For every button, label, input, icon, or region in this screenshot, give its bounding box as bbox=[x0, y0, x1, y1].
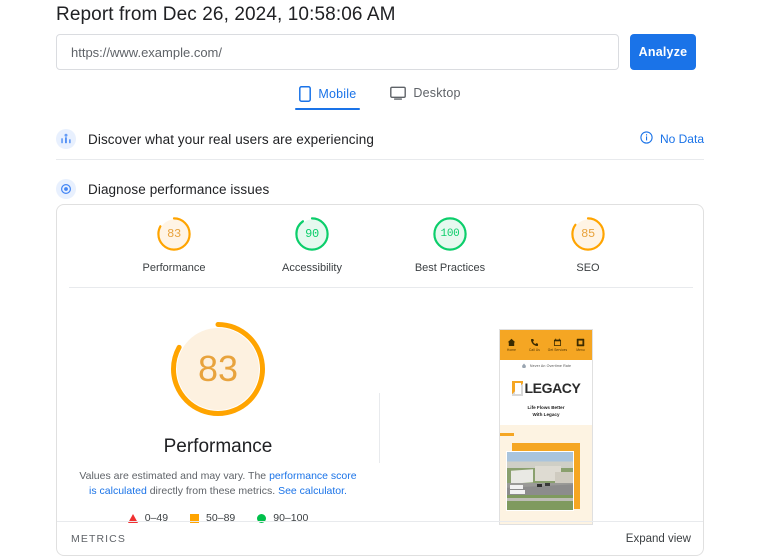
thumbnail-tagline-line2: With Legacy bbox=[532, 411, 560, 417]
tab-mobile-label: Mobile bbox=[318, 87, 357, 101]
mobile-icon bbox=[299, 86, 312, 102]
lab-data-icon bbox=[56, 179, 76, 199]
score-label-performance: Performance bbox=[142, 262, 206, 274]
menu-icon bbox=[576, 338, 585, 347]
performance-note-part2: directly from these metrics. bbox=[146, 485, 279, 498]
score-gauge-performance[interactable]: 83 Performance bbox=[126, 215, 222, 274]
thumbnail-logo-text: LEGACY bbox=[524, 380, 581, 396]
phone-icon bbox=[530, 338, 539, 347]
no-data-status[interactable]: No Data bbox=[640, 131, 704, 147]
section-discover: Discover what your real users are experi… bbox=[56, 128, 704, 150]
score-value-accessibility: 90 bbox=[305, 227, 319, 241]
thumbnail-nav-menu: Menu bbox=[569, 330, 592, 360]
page-screenshot-thumbnail[interactable]: Home Call Us Get Services Menu Never An … bbox=[499, 329, 593, 525]
score-value-seo: 85 bbox=[581, 227, 595, 241]
thumbnail-nav-call: Call Us bbox=[523, 330, 546, 360]
droplet-icon bbox=[522, 363, 526, 368]
tab-mobile[interactable]: Mobile bbox=[295, 84, 361, 110]
score-gauge-best-practices[interactable]: 100 Best Practices bbox=[402, 215, 498, 274]
page-title: Report from Dec 26, 2024, 10:58:06 AM bbox=[56, 4, 396, 25]
card-footer: METRICS Expand view bbox=[57, 521, 703, 555]
thumbnail-tagline-line1: Life Flows Better bbox=[527, 405, 565, 410]
performance-note-part1: Values are estimated and may vary. The bbox=[79, 470, 270, 482]
hero-accent-bar bbox=[500, 432, 514, 436]
performance-title: Performance bbox=[163, 436, 273, 457]
thumbnail-hero bbox=[500, 424, 592, 524]
tab-desktop-label: Desktop bbox=[413, 86, 461, 100]
score-label-best-practices: Best Practices bbox=[414, 262, 486, 274]
performance-gauge: 83 bbox=[164, 315, 272, 423]
score-gauge-seo[interactable]: 85 SEO bbox=[540, 215, 636, 274]
vertical-divider bbox=[379, 393, 380, 463]
performance-summary: 83 Performance Values are estimated and … bbox=[57, 315, 379, 524]
pagespeed-report-page: Report from Dec 26, 2024, 10:58:06 AM An… bbox=[0, 0, 760, 556]
thumbnail-nav-call-label: Call Us bbox=[529, 348, 540, 352]
thumbnail-banner: Never An Overtime Rate bbox=[500, 360, 592, 371]
thumbnail-nav-bar: Home Call Us Get Services Menu bbox=[500, 330, 592, 360]
score-value-best-practices: 100 bbox=[440, 228, 460, 240]
hero-photo bbox=[506, 450, 574, 511]
desktop-icon bbox=[390, 86, 407, 100]
thumbnail-logo: LEGACY bbox=[500, 371, 592, 405]
tab-desktop[interactable]: Desktop bbox=[386, 84, 464, 108]
see-calculator-link[interactable]: See calculator. bbox=[278, 485, 347, 497]
legacy-mark-icon bbox=[511, 380, 523, 396]
calendar-icon bbox=[553, 338, 562, 347]
thumbnail-nav-services: Get Services bbox=[546, 330, 569, 360]
thumbnail-nav-home-label: Home bbox=[507, 348, 516, 352]
device-tabs: Mobile Desktop bbox=[0, 84, 760, 110]
gauge-ring-performance: 83 bbox=[155, 215, 193, 253]
diagnose-card: 83 Performance 90 Accessibility 100 Best… bbox=[56, 204, 704, 556]
url-analyze-row: Analyze bbox=[56, 34, 696, 70]
gauge-ring-seo: 85 bbox=[569, 215, 607, 253]
analyze-button[interactable]: Analyze bbox=[630, 34, 696, 70]
no-data-label: No Data bbox=[659, 132, 704, 146]
score-value-performance: 83 bbox=[167, 227, 181, 241]
section-diagnose: Diagnose performance issues bbox=[56, 178, 704, 200]
gauge-ring-accessibility: 90 bbox=[293, 215, 331, 253]
performance-note: Values are estimated and may vary. The p… bbox=[79, 469, 357, 499]
score-label-accessibility: Accessibility bbox=[282, 262, 342, 274]
section-discover-title: Discover what your real users are experi… bbox=[88, 131, 374, 147]
gauge-ring-best-practices: 100 bbox=[431, 215, 469, 253]
score-gauge-accessibility[interactable]: 90 Accessibility bbox=[264, 215, 360, 274]
section-divider bbox=[56, 159, 704, 160]
thumbnail-nav-home: Home bbox=[500, 330, 523, 360]
thumbnail-nav-menu-label: Menu bbox=[576, 348, 585, 352]
section-diagnose-title: Diagnose performance issues bbox=[88, 181, 270, 197]
thumbnail-nav-services-label: Get Services bbox=[547, 348, 568, 352]
performance-score-value: 83 bbox=[197, 348, 239, 389]
home-icon bbox=[507, 338, 516, 346]
thumbnail-tagline: Life Flows Better With Legacy bbox=[500, 405, 592, 425]
field-data-icon bbox=[56, 129, 76, 149]
score-label-seo: SEO bbox=[576, 262, 600, 274]
metrics-label: METRICS bbox=[71, 532, 126, 545]
info-icon bbox=[640, 131, 653, 147]
card-divider bbox=[69, 287, 693, 288]
url-input[interactable] bbox=[56, 34, 619, 70]
category-score-gauges: 83 Performance 90 Accessibility 100 Best… bbox=[57, 215, 703, 293]
thumbnail-banner-text: Never An Overtime Rate bbox=[529, 363, 572, 368]
expand-view-button[interactable]: Expand view bbox=[626, 533, 691, 545]
